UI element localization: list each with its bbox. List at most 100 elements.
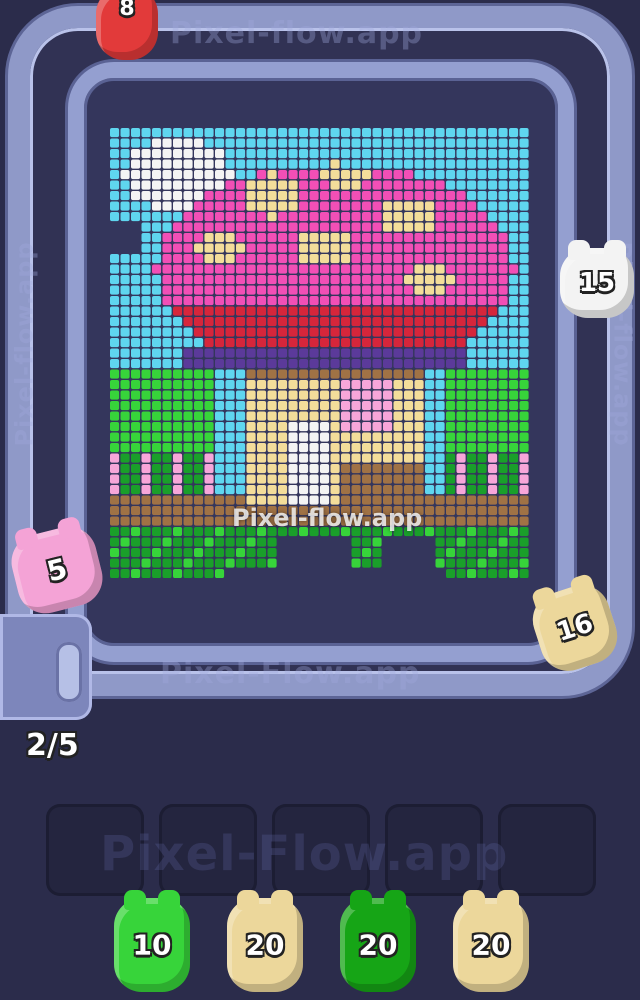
board-pixel (246, 222, 256, 232)
board-pixel (351, 170, 361, 180)
board-pixel (477, 464, 487, 474)
board-pixel (110, 411, 120, 421)
board-pixel (330, 422, 340, 432)
board-pixel (498, 359, 508, 369)
board-pixel (519, 233, 529, 243)
board-pixel (215, 170, 225, 180)
board-pixel (519, 348, 529, 358)
board-pixel (110, 453, 120, 463)
board-pixel (257, 485, 267, 495)
board-pixel (393, 464, 403, 474)
board-pixel (383, 233, 393, 243)
board-pixel (141, 558, 151, 568)
board-pixel (446, 243, 456, 253)
board-pixel (330, 443, 340, 453)
board-pixel (477, 285, 487, 295)
board-pixel (152, 296, 162, 306)
board-pixel (372, 170, 382, 180)
board-pixel (477, 401, 487, 411)
board-pixel (477, 474, 487, 484)
board-pixel (509, 243, 519, 253)
board-pixel (236, 380, 246, 390)
board-pixel (393, 296, 403, 306)
board-pixel (414, 128, 424, 138)
board-pixel (288, 306, 298, 316)
conveyor-pig-white[interactable]: 15 (560, 240, 634, 318)
board-pixel (372, 317, 382, 327)
board-pixel (362, 432, 372, 442)
board-pixel (456, 485, 466, 495)
board-pixel (236, 128, 246, 138)
queue-pig-cream-1[interactable]: 20 (227, 890, 303, 992)
board-pixel (257, 317, 267, 327)
board-pixel (246, 159, 256, 169)
board-pixel (320, 138, 330, 148)
board-pixel (320, 401, 330, 411)
board-pixel (362, 380, 372, 390)
board-pixel (278, 422, 288, 432)
pig-count: 8 (119, 0, 135, 21)
board-pixel (236, 537, 246, 547)
board-pixel (257, 348, 267, 358)
board-pixel (341, 243, 351, 253)
board-pixel (435, 369, 445, 379)
board-pixel (446, 285, 456, 295)
board-pixel (519, 485, 529, 495)
board-pixel (509, 222, 519, 232)
board-pixel (246, 380, 256, 390)
board-pixel (225, 380, 235, 390)
board-pixel (215, 411, 225, 421)
board-pixel (320, 222, 330, 232)
board-pixel (162, 317, 172, 327)
queue-pig-green[interactable]: 10 (114, 890, 190, 992)
queue-pig-cream-2[interactable]: 20 (453, 890, 529, 992)
board-pixel (383, 128, 393, 138)
board-pixel (257, 443, 267, 453)
board-pixel (372, 443, 382, 453)
board-pixel (162, 128, 172, 138)
board-pixel (456, 516, 466, 526)
board-pixel (288, 453, 298, 463)
board-pixel (498, 380, 508, 390)
board-pixel (173, 233, 183, 243)
board-pixel (425, 390, 435, 400)
holding-slot-5[interactable] (498, 804, 596, 896)
board-pixel (509, 128, 519, 138)
board-pixel (351, 348, 361, 358)
board-pixel (309, 149, 319, 159)
board-pixel (435, 558, 445, 568)
board-pixel (467, 558, 477, 568)
conveyor-pig-red[interactable]: 8 (96, 0, 158, 60)
board-pixel (162, 212, 172, 222)
board-pixel (194, 432, 204, 442)
board-pixel (131, 275, 141, 285)
board-pixel (404, 317, 414, 327)
board-pixel (404, 464, 414, 474)
board-pixel (131, 306, 141, 316)
board-pixel (477, 254, 487, 264)
board-pixel (173, 212, 183, 222)
board-pixel (435, 296, 445, 306)
board-pixel (446, 443, 456, 453)
board-pixel (131, 285, 141, 295)
board-pixel (488, 537, 498, 547)
board-pixel (372, 390, 382, 400)
board-pixel (383, 443, 393, 453)
board-pixel (477, 537, 487, 547)
board-pixel (509, 474, 519, 484)
board-pixel (204, 327, 214, 337)
board-pixel (362, 317, 372, 327)
board-pixel (330, 317, 340, 327)
board-pixel (435, 390, 445, 400)
board-pixel (215, 453, 225, 463)
board-pixel (488, 516, 498, 526)
board-pixel (456, 243, 466, 253)
queue-pig-dark-green[interactable]: 20 (340, 890, 416, 992)
board-pixel (204, 443, 214, 453)
board-pixel (173, 149, 183, 159)
board-pixel (173, 191, 183, 201)
board-pixel (267, 254, 277, 264)
board-pixel (404, 264, 414, 274)
board-pixel (383, 432, 393, 442)
board-pixel (131, 453, 141, 463)
